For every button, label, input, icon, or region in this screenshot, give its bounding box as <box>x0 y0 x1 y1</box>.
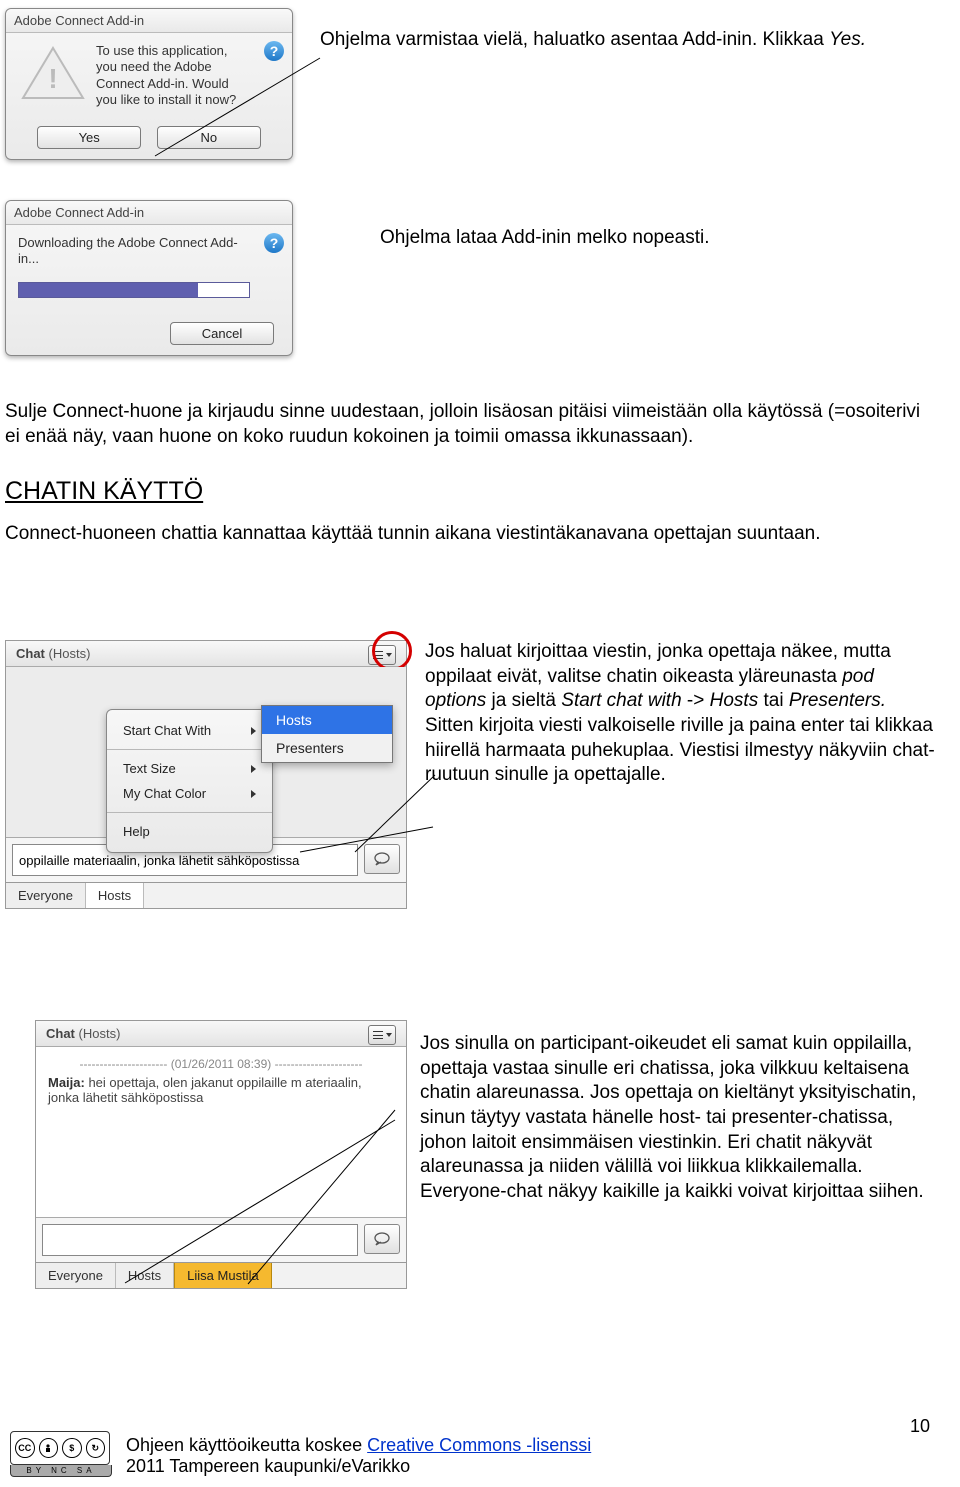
chat-pod: Chat (Hosts) Start Chat With Text Size M… <box>5 640 407 909</box>
pod-options-menu: Start Chat With Text Size My Chat Color … <box>106 709 273 853</box>
menu-item-my-chat-color[interactable]: My Chat Color <box>107 781 272 806</box>
help-icon: ? <box>264 233 284 253</box>
downloading-addin-dialog: Adobe Connect Add-in ? Downloading the A… <box>5 200 293 356</box>
chat-tabs: Everyone Hosts <box>6 882 406 908</box>
no-button[interactable]: No <box>157 126 261 149</box>
progress-bar <box>18 282 250 298</box>
speech-bubble-icon <box>373 1232 391 1246</box>
start-chat-with-submenu: Hosts Presenters <box>261 705 393 763</box>
tab-everyone[interactable]: Everyone <box>6 883 86 908</box>
paragraph: Connect-huoneen chattia kannattaa käyttä… <box>5 522 935 547</box>
menu-item-help[interactable]: Help <box>107 819 272 844</box>
page-footer: CC $ ↻ BY NC SA Ohjeen käyttöoikeutta ko… <box>10 1431 930 1477</box>
submenu-item-presenters[interactable]: Presenters <box>262 734 392 762</box>
cc-badge: CC $ ↻ BY NC SA <box>10 1431 112 1477</box>
speech-bubble-icon <box>373 852 391 866</box>
dialog-message: Downloading the Adobe Connect Add-in... <box>18 235 250 268</box>
tab-private-chat[interactable]: Liisa Mustila <box>174 1263 272 1288</box>
paragraph: Ohjelma lataa Add-inin melko nopeasti. <box>380 226 925 251</box>
warning-icon: ! <box>18 43 88 103</box>
dialog-title: Adobe Connect Add-in <box>6 9 292 33</box>
pod-options-button[interactable] <box>368 1025 396 1045</box>
install-addin-dialog: Adobe Connect Add-in ? ! To use this app… <box>5 8 293 160</box>
chat-pod-header: Chat (Hosts) <box>36 1021 406 1047</box>
send-button[interactable] <box>364 1224 400 1254</box>
yes-button[interactable]: Yes <box>37 126 141 149</box>
paragraph: Jos sinulla on participant-oikeudet eli … <box>420 1032 940 1205</box>
svg-text:!: ! <box>48 63 57 94</box>
paragraph: Sulje Connect-huone ja kirjaudu sinne uu… <box>5 400 935 449</box>
page-number: 10 <box>910 1416 930 1437</box>
tab-hosts[interactable]: Hosts <box>86 883 144 908</box>
chat-input[interactable] <box>42 1224 358 1256</box>
chat-message: Maija: hei opettaja, olen jakanut oppila… <box>48 1075 394 1105</box>
help-icon: ? <box>264 41 284 61</box>
submenu-item-hosts[interactable]: Hosts <box>262 706 392 734</box>
menu-item-start-chat-with[interactable]: Start Chat With <box>107 718 272 743</box>
section-heading: CHATIN KÄYTTÖ <box>5 477 935 506</box>
paragraph: Ohjelma varmistaa vielä, haluatko asenta… <box>320 28 880 53</box>
highlight-circle <box>372 631 412 671</box>
paragraph: Jos haluat kirjoittaa viestin, jonka ope… <box>425 640 935 788</box>
chat-pod-header: Chat (Hosts) <box>6 641 406 667</box>
footer-text: Ohjeen käyttöoikeutta koskee Creative Co… <box>126 1435 591 1477</box>
dialog-title: Adobe Connect Add-in <box>6 201 292 225</box>
tab-everyone[interactable]: Everyone <box>36 1263 116 1288</box>
tab-hosts[interactable]: Hosts <box>116 1263 174 1288</box>
cc-license-link[interactable]: Creative Commons -lisenssi <box>367 1435 591 1455</box>
cancel-button[interactable]: Cancel <box>170 322 274 345</box>
send-button[interactable] <box>364 844 400 874</box>
chat-timestamp: ---------------------- (01/26/2011 08:39… <box>48 1057 394 1071</box>
chat-pod: Chat (Hosts) ---------------------- (01/… <box>35 1020 407 1289</box>
chat-tabs: Everyone Hosts Liisa Mustila <box>36 1262 406 1288</box>
menu-item-text-size[interactable]: Text Size <box>107 756 272 781</box>
